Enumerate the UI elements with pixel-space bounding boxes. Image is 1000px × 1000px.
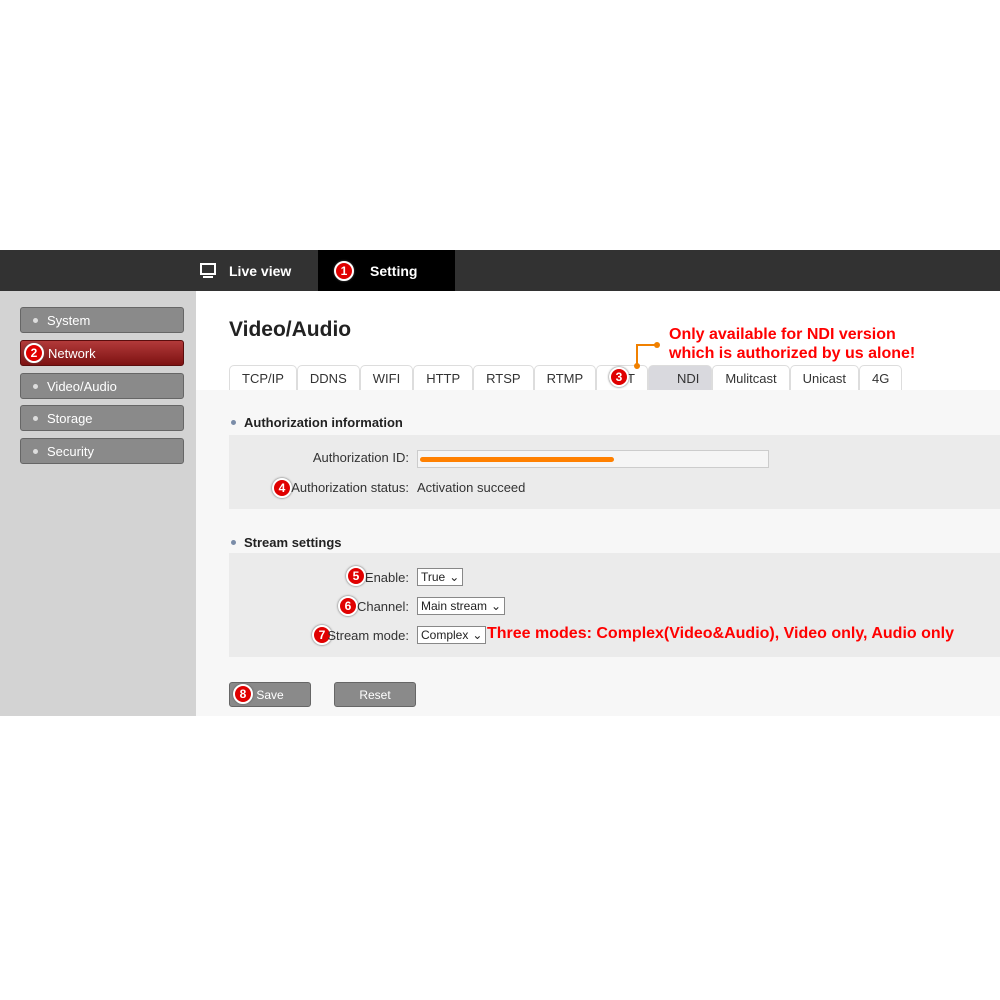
reset-button[interactable]: Reset — [334, 682, 416, 707]
stream-mode-select[interactable]: Complex ⌄ — [417, 626, 487, 644]
tab-unicast[interactable]: Unicast — [789, 365, 859, 390]
chevron-down-icon: ⌄ — [472, 628, 483, 642]
tab-rtsp[interactable]: RTSP — [473, 365, 534, 390]
auth-status-value: Activation succeed — [417, 480, 526, 495]
nav-setting[interactable]: 1 Setting — [318, 250, 455, 291]
chevron-down-icon: ⌄ — [491, 599, 502, 613]
stream-mode-label: Stream mode: — [327, 628, 409, 643]
tab-tcpip[interactable]: TCP/IP — [229, 365, 297, 390]
tab-rtmp[interactable]: RTMP — [533, 365, 597, 390]
top-nav-bar: Live view 1 Setting — [0, 250, 1000, 291]
annotation-badge: 8 — [233, 684, 253, 704]
tab-multicast[interactable]: Mulitcast — [712, 365, 790, 390]
annotation-badge: 1 — [334, 260, 354, 281]
callout-connector — [634, 342, 660, 369]
channel-label: Channel: — [356, 599, 409, 614]
stream-mode-annotation: Three modes: Complex(Video&Audio), Video… — [487, 625, 954, 642]
setting-label: Setting — [370, 262, 418, 279]
tab-4g[interactable]: 4G — [859, 365, 903, 390]
annotation-badge: 3 — [609, 367, 629, 387]
auth-id-label: Authorization ID: — [312, 450, 409, 465]
redaction-mark — [420, 457, 614, 462]
save-button[interactable]: 8 Save — [229, 682, 311, 707]
monitor-icon — [200, 262, 216, 278]
chevron-down-icon: ⌄ — [449, 570, 460, 584]
sidebar-item-security[interactable]: Security — [20, 438, 184, 464]
sidebar-item-storage[interactable]: Storage — [20, 405, 184, 431]
auth-id-field[interactable] — [417, 450, 769, 468]
tab-ddns[interactable]: DDNS — [296, 365, 360, 390]
tab-bar: TCP/IP DDNS WIFI HTTP RTSP RTMP SRT NDI … — [229, 365, 903, 390]
live-view-label: Live view — [229, 262, 292, 279]
auth-status-label: Authorization status: — [291, 480, 409, 495]
sidebar-item-system[interactable]: System — [20, 307, 184, 333]
ndi-annotation: Only available for NDI version which is a… — [669, 326, 916, 362]
auth-section-heading: Authorization information — [231, 415, 403, 430]
auth-box — [229, 435, 1000, 509]
channel-select[interactable]: Main stream ⌄ — [417, 597, 506, 615]
page-title: Video/Audio — [229, 318, 352, 341]
stream-section-heading: Stream settings — [231, 535, 342, 550]
tab-http[interactable]: HTTP — [413, 365, 474, 390]
tab-wifi[interactable]: WIFI — [359, 365, 414, 390]
sidebar-item-video-audio[interactable]: Video/Audio — [20, 373, 184, 399]
sidebar-item-network[interactable]: 2 Network — [20, 340, 184, 366]
nav-live-view[interactable]: Live view — [200, 250, 291, 291]
annotation-badge: 2 — [24, 343, 44, 363]
enable-label: Enable: — [364, 570, 409, 585]
enable-select[interactable]: True ⌄ — [417, 568, 464, 586]
